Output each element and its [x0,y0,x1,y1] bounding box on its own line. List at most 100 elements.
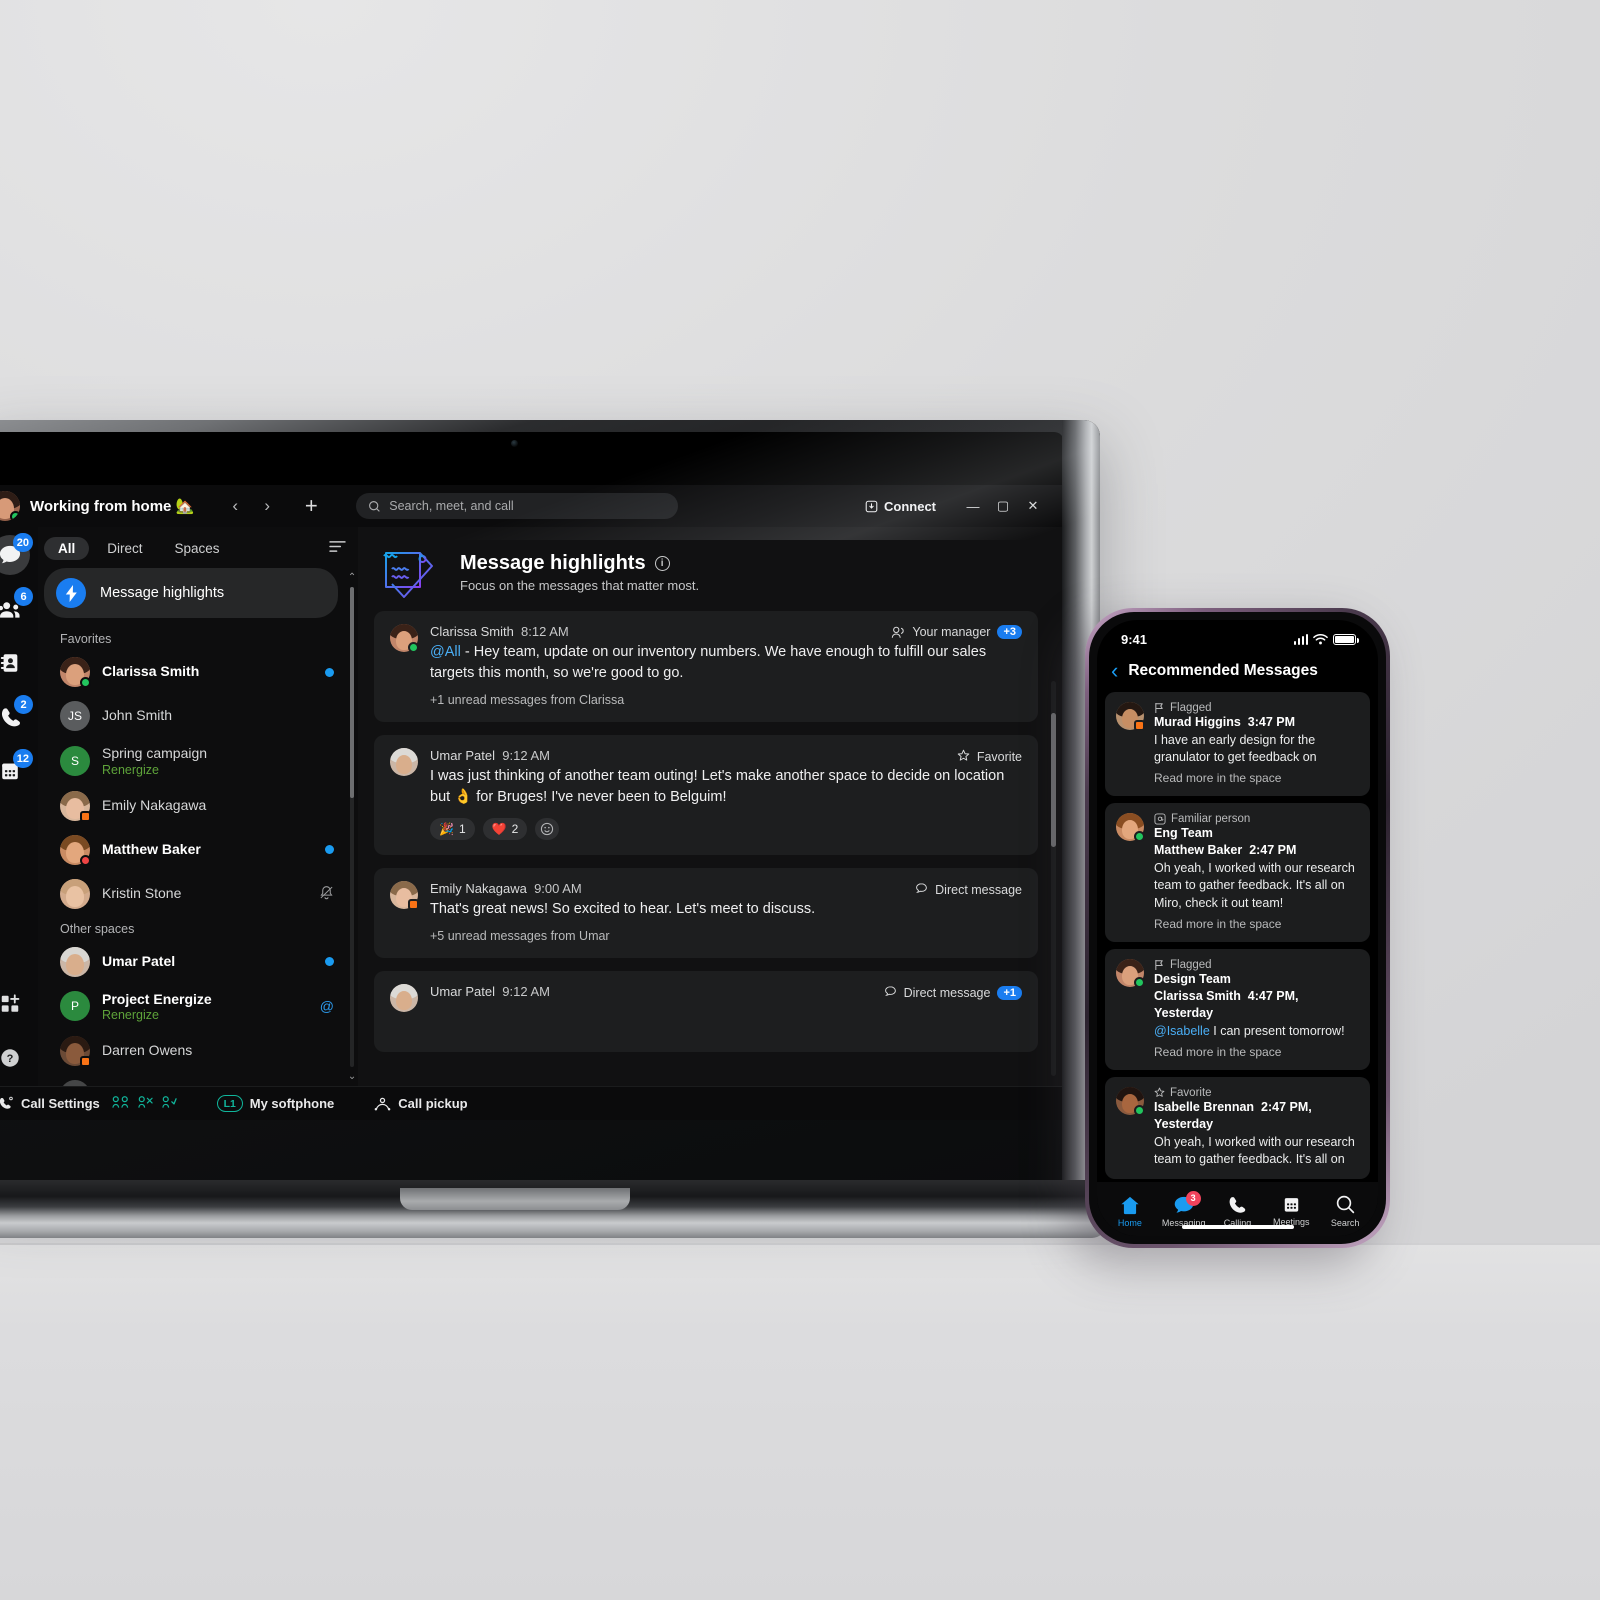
desk-surface [0,1243,1600,1600]
message-card[interactable]: Direct message Emily Nakagawa 9:00 AM Th… [374,868,1038,959]
info-icon[interactable]: i [654,555,670,571]
recommended-messages-list[interactable]: Flagged Murad Higgins 3:47 PM I have an … [1097,692,1378,1182]
list-item-name: Emily Nakagawa [102,796,207,813]
user-status[interactable]: Working from home 🏡 [30,497,194,515]
scrollbar-thumb[interactable] [1051,712,1056,847]
at-icon [1154,813,1166,825]
sidebar-item-apps[interactable] [0,984,30,1024]
svg-text:?: ? [7,1053,14,1065]
tab-label: Search [1330,1218,1360,1228]
maximize-button[interactable]: ▢ [988,493,1018,519]
card-time: 3:47 PM [1247,715,1296,729]
card-tag-label: Flagged [1170,702,1212,714]
call-waiting-icon[interactable] [162,1095,177,1112]
forward-icon[interactable]: › [254,493,280,519]
reaction-chip[interactable]: ❤️ 2 [482,818,528,841]
list-scrollbar[interactable]: ⌃ ⌄ [348,572,356,1082]
list-item[interactable]: Darren Owens [38,1029,344,1073]
home-indicator [1181,1225,1294,1229]
do-not-disturb-icon[interactable] [138,1095,153,1112]
message-card[interactable]: Your manager +3 Clarissa Smith 8:12 AM @… [374,611,1038,723]
reaction-chip[interactable]: 🎉 1 [430,818,475,841]
list-item[interactable]: S Spring campaign Renergize [38,738,344,784]
recommended-message-card[interactable]: Flagged Murad Higgins 3:47 PM I have an … [1105,692,1370,797]
list-item[interactable]: P Project Energize Renergize @ [38,984,344,1030]
card-author: Umar Patel [430,984,496,1000]
tab-calling[interactable]: Calling [1211,1195,1265,1228]
minimize-button[interactable]: — [958,493,988,519]
messages-scrollbar[interactable] [1051,681,1056,1076]
avatar[interactable] [0,491,20,521]
back-icon[interactable]: ‹ [222,493,248,519]
list-item-name: Matthew Baker [102,840,201,857]
filter-icon[interactable] [329,540,346,557]
avatar [60,834,91,866]
mention-link[interactable]: @Isabelle [1154,1024,1210,1038]
sidebar-item-teams[interactable]: 6 [0,587,33,629]
list-item-name: John Smith [102,707,173,724]
call-pickup-button[interactable]: Call pickup [374,1096,468,1111]
add-reaction-icon[interactable] [535,818,560,841]
message-card[interactable]: Favorite Umar Patel 9:12 AM I was just t… [374,735,1038,856]
sidebar-item-messaging[interactable]: 20 [0,533,33,575]
mention-link[interactable]: @All [430,644,461,660]
recommended-message-card[interactable]: Favorite Isabelle Brennan 2:47 PM, Yeste… [1105,1076,1370,1179]
call-forward-icon[interactable] [112,1095,129,1112]
scrollbar-thumb[interactable] [350,587,354,799]
softphone-button[interactable]: L1 My softphone [216,1095,334,1112]
read-more-link[interactable]: Read more in the space [1154,1045,1358,1059]
tab-search[interactable]: Search [1318,1194,1372,1228]
sidebar-item-meetings[interactable]: 12 [0,749,33,791]
list-item[interactable]: Matthew Baker [38,828,344,872]
recommended-message-card[interactable]: Flagged Design Team Clarissa Smith 4:47 … [1105,948,1370,1070]
card-body-text: - Hey team, update on our inventory numb… [430,644,987,682]
highlight-cards[interactable]: Your manager +3 Clarissa Smith 8:12 AM @… [358,611,1062,1086]
list-item[interactable] [38,1073,344,1086]
card-text: That's great news! So excited to hear. L… [430,901,816,918]
filter-direct[interactable]: Direct [93,537,156,560]
tab-home[interactable]: Home [1103,1195,1157,1228]
filter-spaces[interactable]: Spaces [161,537,234,560]
phone-icon [1230,1196,1246,1213]
read-more-link[interactable]: Read more in the space [1154,771,1358,785]
message-card[interactable]: Direct message +1 Umar Patel 9:12 AM [374,971,1038,1053]
apps-add-icon [1,994,20,1012]
tab-messaging[interactable]: 3 Messaging [1157,1190,1211,1228]
search-icon [1336,1195,1354,1214]
scroll-down-icon[interactable]: ⌄ [348,1071,356,1082]
phone-notch [1179,620,1296,646]
webcam-icon [511,440,518,447]
chat-bubble-icon [884,985,897,1001]
add-icon[interactable]: + [298,493,324,519]
list-item[interactable]: JS John Smith [38,694,344,738]
read-more-link[interactable]: Read more in the space [1154,917,1358,931]
list-item[interactable]: Emily Nakagawa [38,784,344,828]
list-item-message-highlights[interactable]: Message highlights [44,568,338,618]
search-icon [369,500,381,512]
call-feature-icons [112,1095,177,1112]
back-icon[interactable]: ‹ [1111,660,1118,682]
message-highlights-pane: Message highlights i Focus on the messag… [358,527,1062,1086]
sidebar-item-calling[interactable]: 2 [0,695,33,737]
page-title: Recommended Messages [1128,662,1318,679]
tab-meetings[interactable]: Meetings [1264,1195,1318,1227]
sidebar-item-help[interactable]: ? [0,1038,30,1078]
webex-desktop-app: Working from home 🏡 ‹ › + Search, meet, … [0,485,1062,1120]
close-button[interactable]: ✕ [1018,493,1048,519]
list-item[interactable]: Clarissa Smith [38,650,344,694]
list-item-subtitle: Renergize [102,1008,159,1022]
call-settings-button[interactable]: Call Settings [0,1096,100,1111]
list-item[interactable]: Umar Patel [38,940,344,984]
sidebar-item-contacts[interactable] [0,643,30,683]
conversation-list[interactable]: Message highlights Favorites Clarissa Sm… [38,568,358,1086]
filter-chips: All Direct Spaces [38,527,358,568]
recommended-message-card[interactable]: Familiar person Eng Team Matthew Baker 2… [1105,803,1370,942]
scroll-up-icon[interactable]: ⌃ [348,572,356,583]
avatar-initials: S [60,745,90,776]
connect-button[interactable]: Connect [865,499,936,514]
search-input[interactable]: Search, meet, and call [356,493,679,519]
filter-all[interactable]: All [44,537,90,560]
card-author-name: Isabelle Brennan [1154,1099,1255,1114]
card-tag: Favorite [957,749,1022,765]
list-item[interactable]: Kristin Stone [38,872,344,916]
